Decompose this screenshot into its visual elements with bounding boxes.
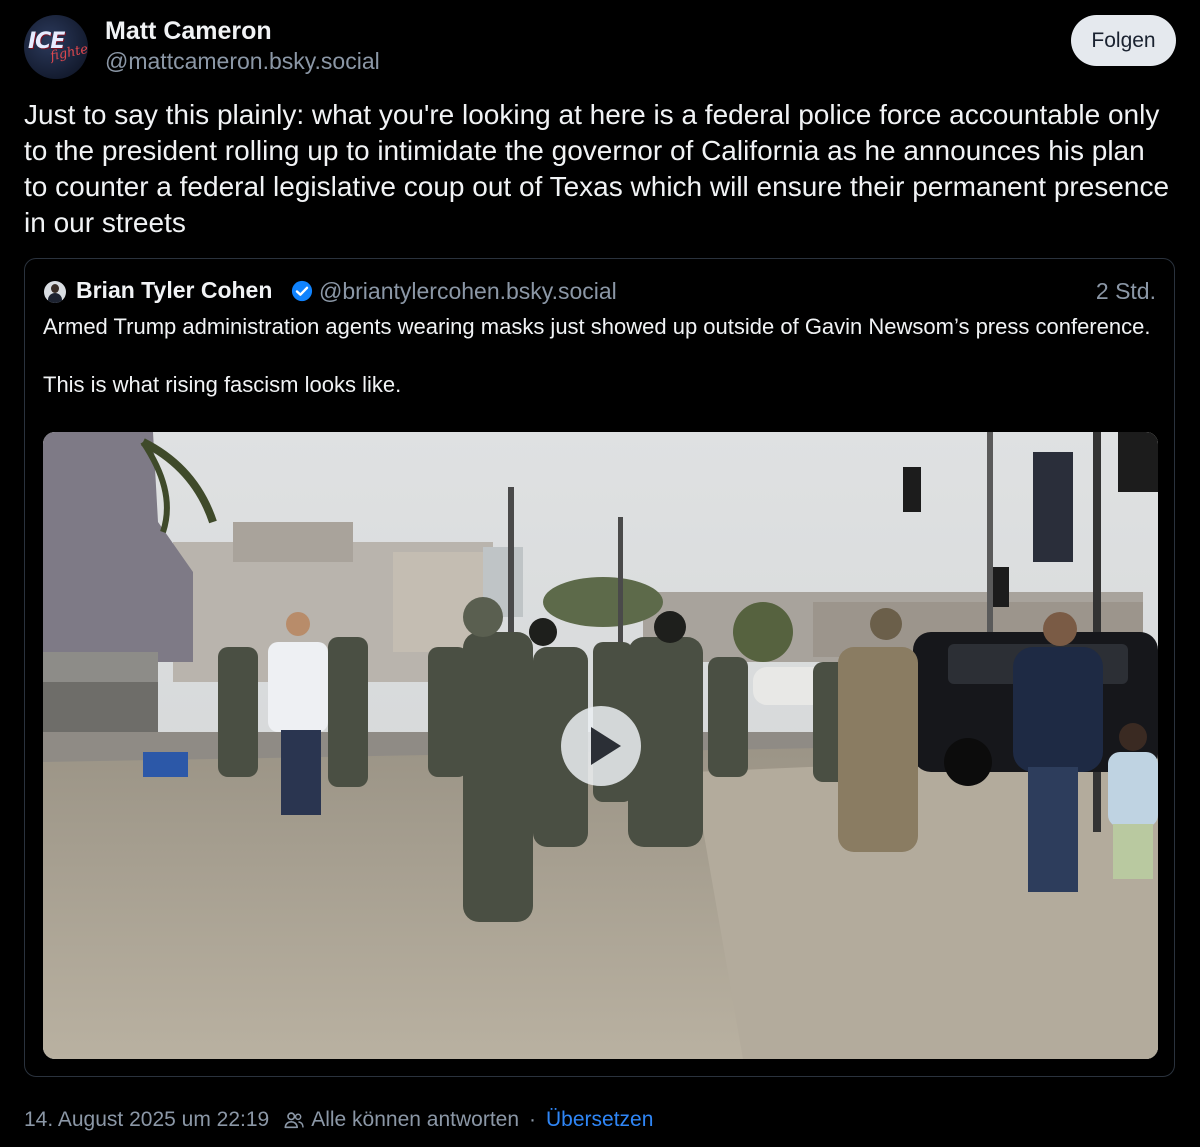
quoted-author-handle[interactable]: @briantylercohen.bsky.social [319, 278, 617, 305]
author-avatar[interactable]: ICE fighter [24, 15, 88, 79]
post-timestamp: 14. August 2025 um 22:19 [24, 1108, 270, 1131]
verified-badge-icon [291, 280, 313, 302]
quoted-post[interactable]: Brian Tyler Cohen @briantylercohen.bsky.… [24, 258, 1175, 1077]
quoted-author-name[interactable]: Brian Tyler Cohen [76, 277, 272, 304]
author-handle[interactable]: @mattcameron.bsky.social [105, 48, 380, 75]
quoted-author-avatar[interactable] [44, 281, 66, 303]
quoted-post-time: 2 Std. [1095, 278, 1156, 304]
play-icon [591, 727, 621, 765]
quoted-text-paragraph-1: Armed Trump administration agents wearin… [43, 314, 1151, 339]
video-player[interactable] [43, 432, 1158, 1059]
avatar-body [48, 293, 62, 303]
quoted-post-text: Armed Trump administration agents wearin… [43, 312, 1153, 399]
translate-link[interactable]: Übersetzen [546, 1108, 653, 1132]
avatar-head [51, 284, 59, 293]
post-thread: ICE fighter Matt Cameron @mattcameron.bs… [0, 0, 1200, 1147]
people-icon [284, 1112, 304, 1129]
quoted-text-paragraph-2: This is what rising fascism looks like. [43, 372, 402, 397]
post-text: Just to say this plainly: what you're lo… [24, 99, 1170, 238]
author-name[interactable]: Matt Cameron [105, 17, 272, 46]
reply-setting[interactable]: Alle können antworten [311, 1108, 519, 1132]
footer-separator: · [529, 1108, 537, 1131]
follow-button[interactable]: Folgen [1071, 15, 1176, 66]
play-button[interactable] [561, 706, 641, 786]
post-footer: 14. August 2025 um 22:19 Alle können ant… [24, 1105, 653, 1135]
